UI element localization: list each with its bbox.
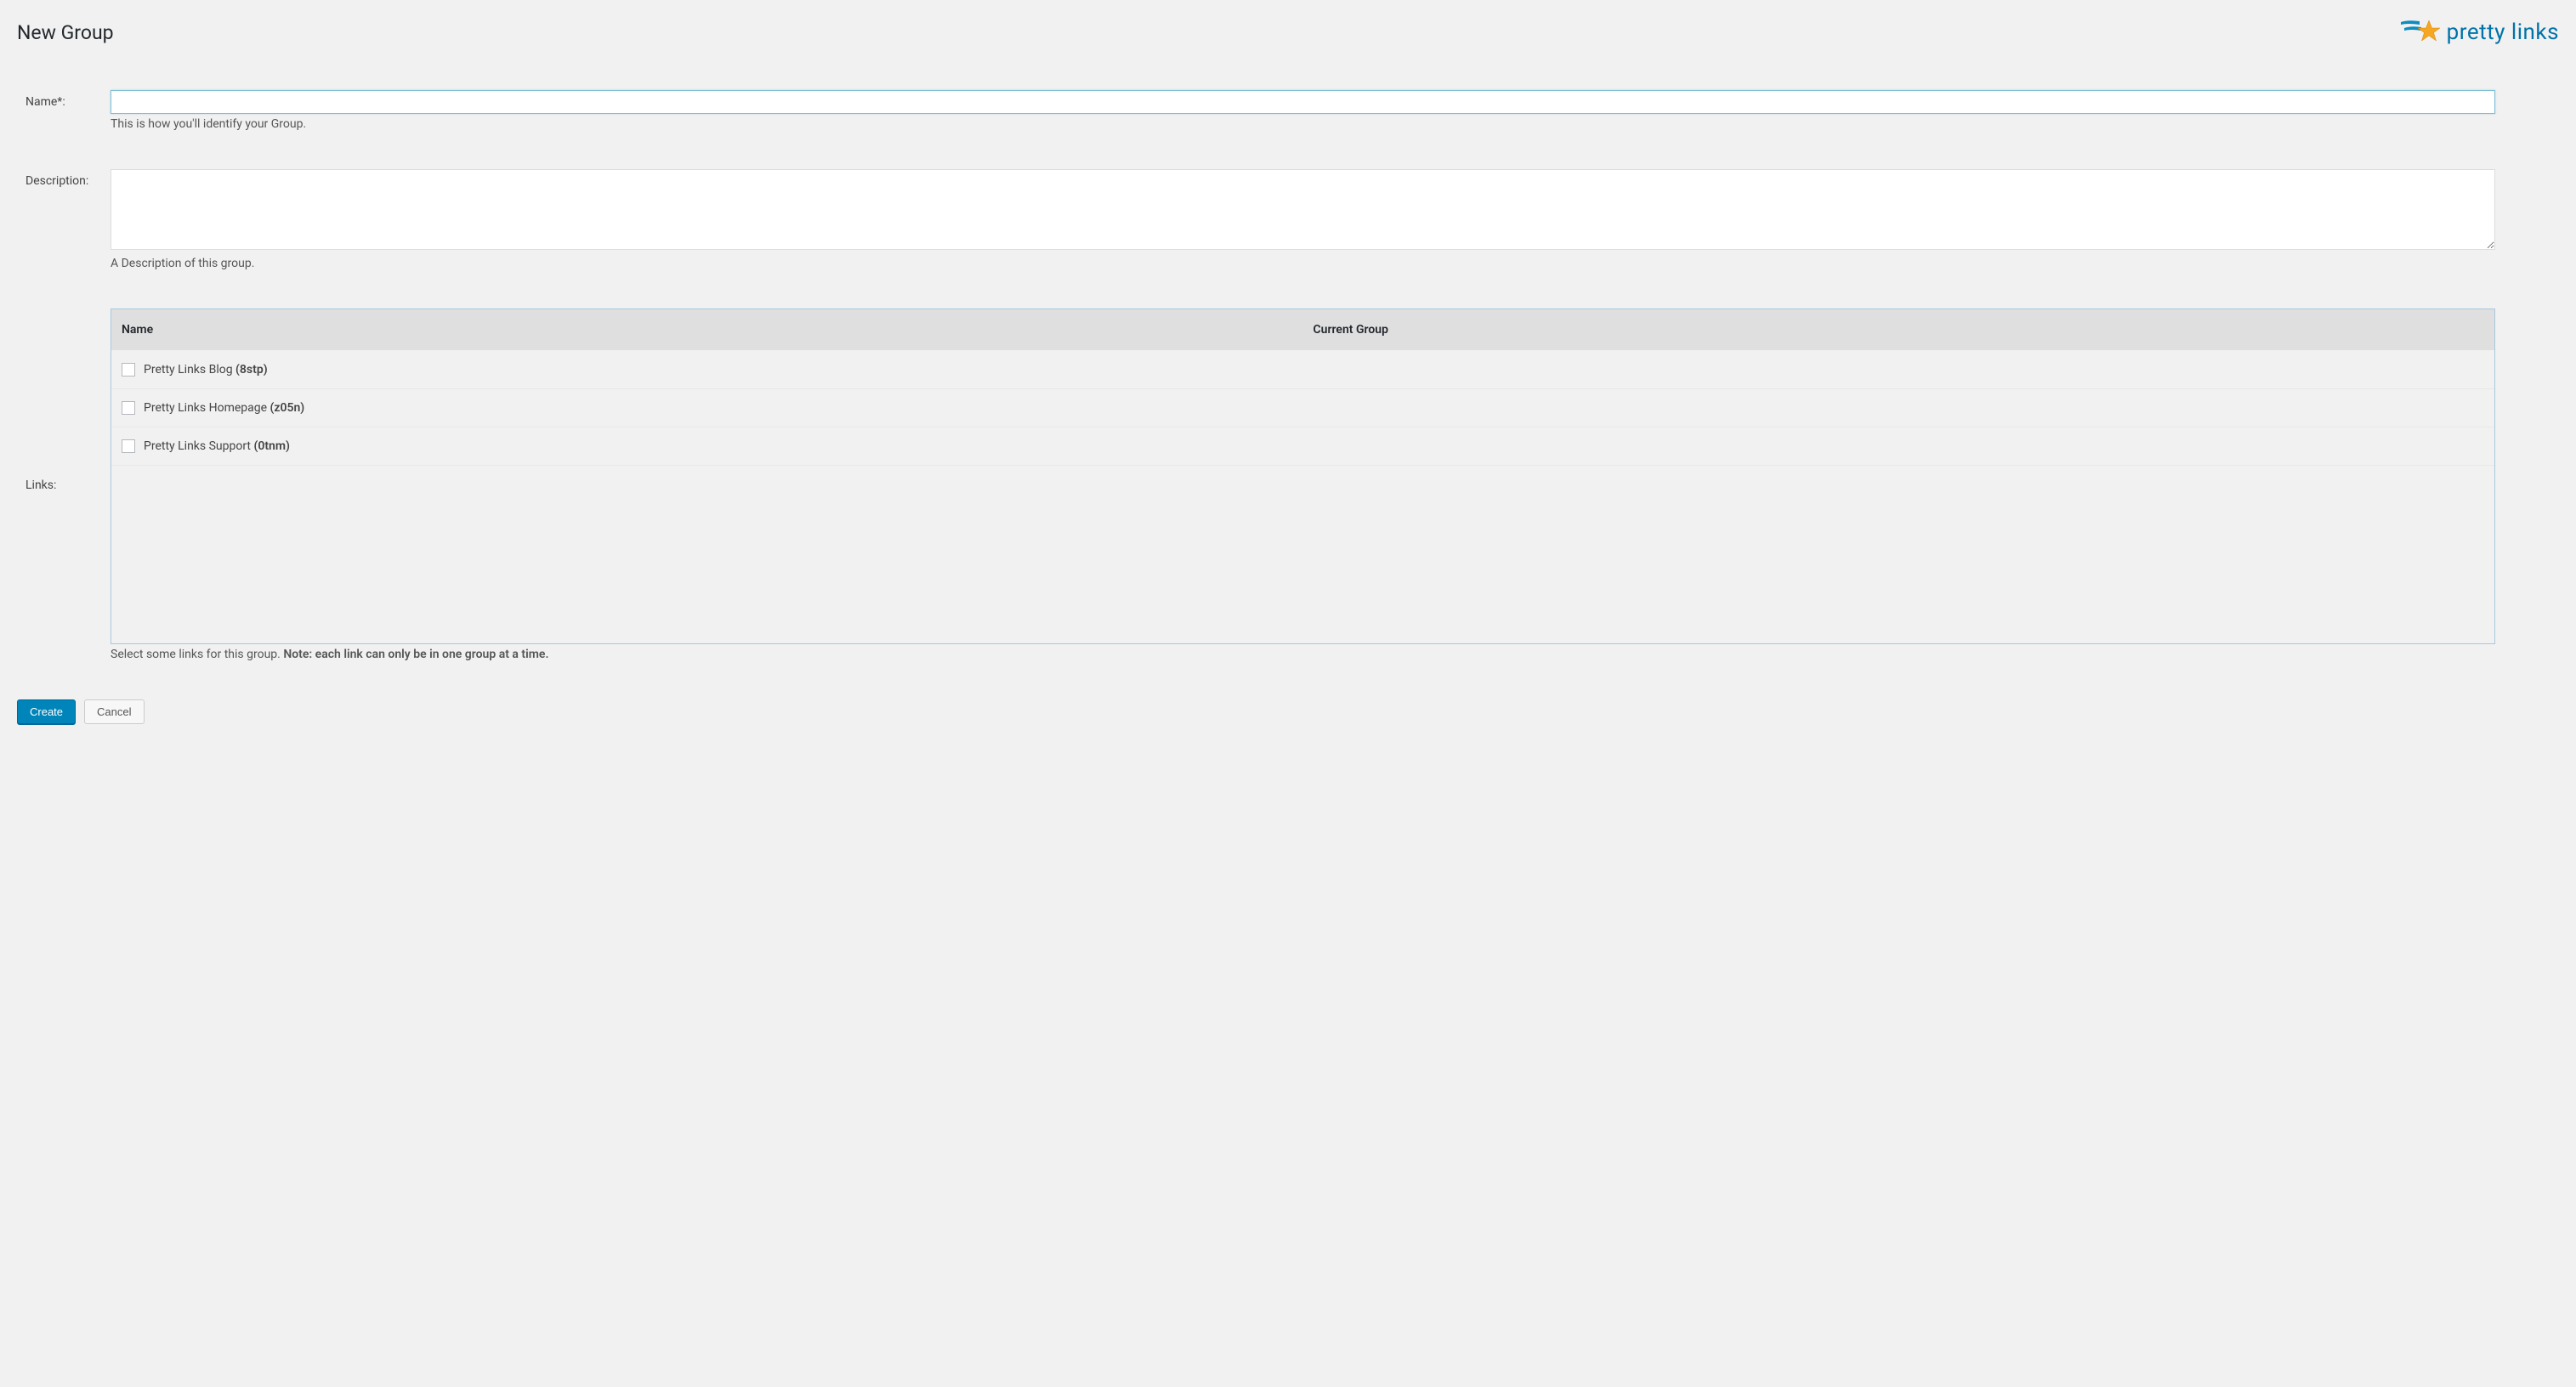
links-table-container: Name Current Group Pretty Links Blog (8s…: [111, 309, 2495, 644]
link-name: Pretty Links Support (0tnm): [144, 439, 290, 453]
pretty-links-logo: pretty links: [2399, 17, 2559, 48]
link-current-group: [1303, 427, 2495, 466]
table-row: Pretty Links Blog (8stp): [111, 351, 2494, 389]
table-row: Pretty Links Homepage (z05n): [111, 389, 2494, 427]
name-label: Name*:: [26, 90, 111, 109]
create-button[interactable]: Create: [17, 699, 76, 724]
name-help-text: This is how you'll identify your Group.: [111, 117, 2495, 131]
description-label: Description:: [26, 169, 111, 188]
link-checkbox[interactable]: [122, 439, 135, 453]
description-help-text: A Description of this group.: [111, 257, 2495, 270]
column-header-name: Name: [111, 309, 1303, 351]
link-name: Pretty Links Homepage (z05n): [144, 401, 304, 415]
link-current-group: [1303, 389, 2495, 427]
logo-text: pretty links: [2447, 20, 2559, 45]
description-textarea[interactable]: [111, 169, 2495, 250]
link-checkbox[interactable]: [122, 363, 135, 376]
link-current-group: [1303, 351, 2495, 389]
table-row: Pretty Links Support (0tnm): [111, 427, 2494, 466]
link-checkbox[interactable]: [122, 401, 135, 415]
name-input[interactable]: [111, 90, 2495, 114]
star-swoosh-icon: [2399, 17, 2442, 48]
link-name: Pretty Links Blog (8stp): [144, 363, 268, 376]
column-header-current-group: Current Group: [1303, 309, 2495, 351]
links-help-text: Select some links for this group. Note: …: [111, 648, 2495, 661]
page-title: New Group: [17, 21, 114, 44]
links-label: Links:: [26, 478, 111, 492]
links-table: Name Current Group Pretty Links Blog (8s…: [111, 309, 2494, 466]
cancel-button[interactable]: Cancel: [84, 699, 144, 724]
